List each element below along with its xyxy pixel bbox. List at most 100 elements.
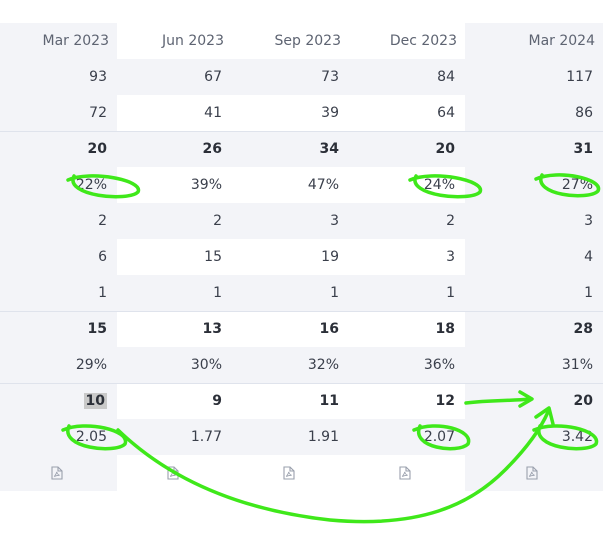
cell-value: 1.77 [190, 429, 222, 445]
column-header-1: Jun 2023 [117, 23, 232, 59]
cell-value: 2.07 [423, 429, 455, 445]
table-cell: 73 [232, 59, 349, 95]
cell-value: 117 [566, 69, 593, 85]
cell-value: 24% [423, 177, 455, 193]
pdf-file-icon[interactable] [282, 466, 295, 480]
table-cell: 2 [117, 203, 232, 239]
table-cell: 28 [465, 311, 603, 347]
cell-value: 12 [435, 393, 455, 409]
table-cell: 34 [232, 131, 349, 167]
column-header-3: Dec 2023 [349, 23, 465, 59]
cell-value: 1.91 [307, 429, 339, 445]
cell-value: 1 [213, 285, 222, 301]
table-cell: 67 [117, 59, 232, 95]
table-cell: 2 [0, 203, 117, 239]
pdf-file-icon[interactable] [166, 466, 179, 480]
table-cell: 20 [349, 131, 465, 167]
table-row: 2.05 1.77 1.91 2.07 3.42 [0, 419, 603, 455]
table-cell: 20 [465, 383, 603, 419]
pdf-cell [0, 455, 117, 491]
table-cell: 3 [349, 239, 465, 275]
cell-value: 2 [446, 213, 455, 229]
table-cell: 2.05 [0, 419, 117, 455]
table-row: 15 13 16 18 28 [0, 311, 603, 347]
section-divider [0, 311, 603, 312]
table-cell: 117 [465, 59, 603, 95]
table-cell: 39 [232, 95, 349, 131]
table-row: 10 9 11 12 20 [0, 383, 603, 419]
cell-value: 15 [87, 321, 107, 337]
cell-value: 18 [435, 321, 455, 337]
table-cell: 12 [349, 383, 465, 419]
section-divider [0, 383, 603, 384]
cell-value: 36% [423, 357, 455, 373]
cell-value: 73 [321, 69, 339, 85]
cell-value: 13 [202, 321, 222, 337]
table-row: 29% 30% 32% 36% 31% [0, 347, 603, 383]
table-row: 20 26 34 20 31 [0, 131, 603, 167]
column-header-label: Sep 2023 [274, 33, 341, 49]
table-cell: 29% [0, 347, 117, 383]
pdf-file-icon[interactable] [526, 466, 538, 480]
table-row: 1 1 1 1 1 [0, 275, 603, 311]
table-cell: 9 [117, 383, 232, 419]
cell-value: 2.05 [75, 429, 107, 445]
table-cell: 32% [232, 347, 349, 383]
cell-value: 4 [584, 249, 593, 265]
cell-value: 20 [573, 393, 593, 409]
cell-value: 3 [446, 249, 455, 265]
table-cell: 3 [232, 203, 349, 239]
cell-value: 6 [98, 249, 107, 265]
table-cell: 30% [117, 347, 232, 383]
column-header-0: Mar 2023 [0, 23, 117, 59]
cell-value: 64 [437, 105, 455, 121]
column-header-label: Jun 2023 [162, 33, 224, 49]
table-cell: 39% [117, 167, 232, 203]
table-row: 22% 39% 47% 24% 27% [0, 167, 603, 203]
cell-value: 93 [89, 69, 107, 85]
table-row: 93 67 73 84 117 [0, 59, 603, 95]
cell-value: 39% [190, 177, 222, 193]
pdf-cell [232, 455, 349, 491]
cell-value: 27% [561, 177, 593, 193]
pdf-file-icon[interactable] [399, 466, 411, 480]
cell-value: 3 [584, 213, 593, 229]
table-cell: 24% [349, 167, 465, 203]
cell-value: 32% [307, 357, 339, 373]
pdf-file-icon[interactable] [50, 466, 63, 480]
cell-value: 31% [561, 357, 593, 373]
cell-value: 86 [575, 105, 593, 121]
table-row: 72 41 39 64 86 [0, 95, 603, 131]
cell-value: 3.42 [561, 429, 593, 445]
table-cell: 26 [117, 131, 232, 167]
table-cell: 15 [0, 311, 117, 347]
cell-value: 1 [446, 285, 455, 301]
section-divider [0, 131, 603, 132]
cell-value: 22% [75, 177, 107, 193]
cell-value: 47% [307, 177, 339, 193]
table-cell: 2.07 [349, 419, 465, 455]
column-header-label: Dec 2023 [389, 33, 457, 49]
column-header-label: Mar 2023 [42, 33, 110, 49]
cell-value: 31 [573, 141, 593, 157]
cell-value: 11 [319, 393, 339, 409]
table-row: 6 15 19 3 4 [0, 239, 603, 275]
cell-value: 28 [573, 321, 593, 337]
table-cell: 93 [0, 59, 117, 95]
table-cell: 72 [0, 95, 117, 131]
column-header-label: Mar 2024 [528, 33, 596, 49]
cell-value: 19 [321, 249, 339, 265]
cell-value: 2 [213, 213, 222, 229]
table-cell: 2 [349, 203, 465, 239]
report-download-row [0, 455, 603, 491]
table-cell: 1 [0, 275, 117, 311]
table-cell: 84 [349, 59, 465, 95]
cell-value: 2 [98, 213, 107, 229]
cell-value: 34 [319, 141, 339, 157]
column-header-2: Sep 2023 [232, 23, 349, 59]
cell-value: 41 [204, 105, 222, 121]
highlighted-cell-value: 10 [83, 393, 107, 409]
cell-value: 72 [89, 105, 107, 121]
cell-value: 1 [584, 285, 593, 301]
table-cell: 47% [232, 167, 349, 203]
